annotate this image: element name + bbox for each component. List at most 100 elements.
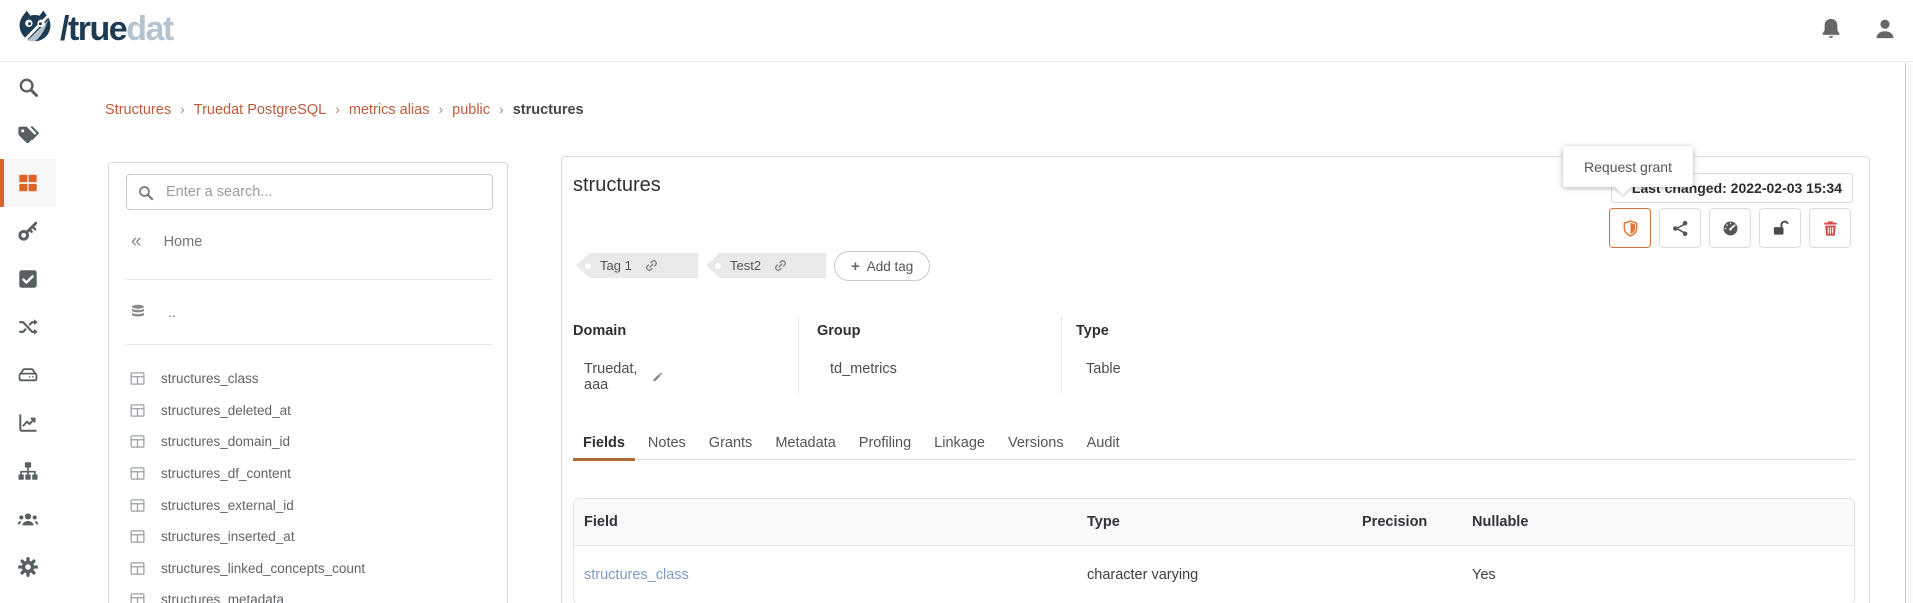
tab-linkage[interactable]: Linkage [924, 429, 995, 459]
tag-hole-icon [715, 263, 721, 269]
tree-item[interactable]: structures_domain_id [109, 426, 507, 458]
tag-label: Test2 [730, 258, 761, 273]
table-icon [129, 465, 146, 482]
sidebar-item-permissions[interactable] [0, 207, 56, 255]
tree-home-item[interactable]: « Home [126, 229, 202, 255]
collapse-chevrons-icon: « [131, 231, 142, 253]
bell-icon[interactable] [1818, 16, 1846, 44]
unlock-icon [1771, 219, 1790, 238]
sidebar-item-settings[interactable] [0, 543, 56, 591]
tab-profiling[interactable]: Profiling [849, 429, 921, 459]
tab-notes[interactable]: Notes [638, 429, 696, 459]
tree-item[interactable]: structures_deleted_at [109, 395, 507, 427]
user-icon[interactable] [1872, 16, 1900, 44]
tag-hole-icon [585, 263, 591, 269]
domain-label: Domain [573, 323, 626, 339]
structure-tree-panel: « Home .. structures_class structures_de… [108, 162, 508, 603]
owl-logo-icon [14, 8, 56, 50]
key-icon [17, 220, 39, 242]
tab-versions[interactable]: Versions [998, 429, 1074, 459]
gauge-icon [1721, 219, 1740, 238]
divider [126, 279, 493, 280]
add-tag-label: Add tag [867, 259, 914, 274]
tree-up-item[interactable]: .. [126, 297, 176, 327]
delete-button[interactable] [1809, 208, 1851, 248]
sidebar-item-storage[interactable] [0, 351, 56, 399]
breadcrumb-separator: › [180, 101, 185, 117]
tab-metadata[interactable]: Metadata [765, 429, 845, 459]
up-item-label: .. [168, 304, 176, 320]
breadcrumb-link-system[interactable]: Truedat PostgreSQL [194, 102, 326, 118]
add-tag-button[interactable]: + Add tag [834, 251, 930, 281]
tree-item[interactable]: structures_df_content [109, 458, 507, 490]
sidebar-item-quality[interactable] [0, 255, 56, 303]
detail-tabs: Fields Notes Grants Metadata Profiling L… [573, 429, 1855, 460]
page-title: structures [573, 174, 661, 197]
search-icon [137, 184, 154, 201]
table-icon [129, 528, 146, 545]
edit-pencil-icon[interactable] [652, 369, 663, 385]
icon-sidebar [0, 63, 56, 603]
database-icon [129, 303, 147, 321]
tab-fields[interactable]: Fields [573, 429, 635, 459]
tag-chip[interactable]: Tag 1 [576, 253, 698, 278]
sidebar-item-users[interactable] [0, 495, 56, 543]
table-icon [129, 433, 146, 450]
divider [1061, 317, 1062, 393]
tree-item[interactable]: structures_metadata [109, 584, 507, 603]
link-icon[interactable] [644, 258, 659, 273]
breadcrumb-link-structures[interactable]: Structures [105, 102, 171, 118]
table-icon [129, 370, 146, 387]
breadcrumb-link-group[interactable]: metrics alias [349, 102, 430, 118]
truedat-logo[interactable]: /truedat [14, 8, 173, 50]
share-button[interactable] [1659, 208, 1701, 248]
sidebar-item-dashboards[interactable] [0, 399, 56, 447]
breadcrumb: Structures › Truedat PostgreSQL › metrics al… [105, 101, 584, 118]
column-header-nullable: Nullable [1472, 514, 1854, 530]
search-icon [17, 76, 39, 98]
group-label: Group [817, 323, 861, 339]
tags-icon [17, 124, 39, 146]
link-icon[interactable] [773, 258, 788, 273]
breadcrumb-link-schema[interactable]: public [452, 102, 490, 118]
breadcrumb-separator: › [499, 101, 504, 117]
breadcrumb-current: structures [513, 102, 584, 118]
scrollbar[interactable] [1905, 63, 1913, 603]
tree-item[interactable]: structures_inserted_at [109, 521, 507, 553]
shuffle-icon [17, 316, 39, 338]
sidebar-item-search[interactable] [0, 63, 56, 111]
quality-gauge-button[interactable] [1709, 208, 1751, 248]
column-header-field: Field [574, 514, 1087, 530]
tree-item[interactable]: structures_external_id [109, 489, 507, 521]
divider [798, 317, 799, 393]
tree-item[interactable]: structures_linked_concepts_count [109, 553, 507, 585]
tab-grants[interactable]: Grants [699, 429, 763, 459]
tag-chip[interactable]: Test2 [706, 253, 826, 278]
domain-value: Truedat, aaa [584, 361, 663, 393]
sidebar-item-tags[interactable] [0, 111, 56, 159]
table-icon [129, 497, 146, 514]
request-grant-tooltip: Request grant [1563, 146, 1693, 187]
table-icon [129, 560, 146, 577]
fields-table-header: Field Type Precision Nullable [574, 499, 1854, 546]
top-bar: /truedat [0, 0, 1913, 62]
tab-audit[interactable]: Audit [1077, 429, 1130, 459]
type-value: Table [1086, 361, 1121, 377]
sidebar-item-shuffle[interactable] [0, 303, 56, 351]
trash-icon [1821, 219, 1840, 238]
sidebar-item-lineage[interactable] [0, 447, 56, 495]
tree-search-input[interactable] [166, 184, 482, 200]
tree-search-box [126, 174, 493, 210]
home-label: Home [164, 234, 203, 250]
field-link[interactable]: structures_class [574, 567, 1087, 583]
sidebar-item-catalog[interactable] [0, 159, 56, 207]
chart-line-icon [17, 412, 39, 434]
hard-drive-icon [17, 364, 39, 386]
unlock-button[interactable] [1759, 208, 1801, 248]
tree-item[interactable]: structures_class [109, 363, 507, 395]
brand-wordmark: /truedat [60, 10, 173, 49]
request-grant-button[interactable] [1609, 208, 1651, 248]
plus-icon: + [851, 258, 860, 275]
shield-icon [1621, 219, 1640, 238]
page: /truedat Structures › Truedat PostgreSQL › m… [0, 0, 1913, 603]
